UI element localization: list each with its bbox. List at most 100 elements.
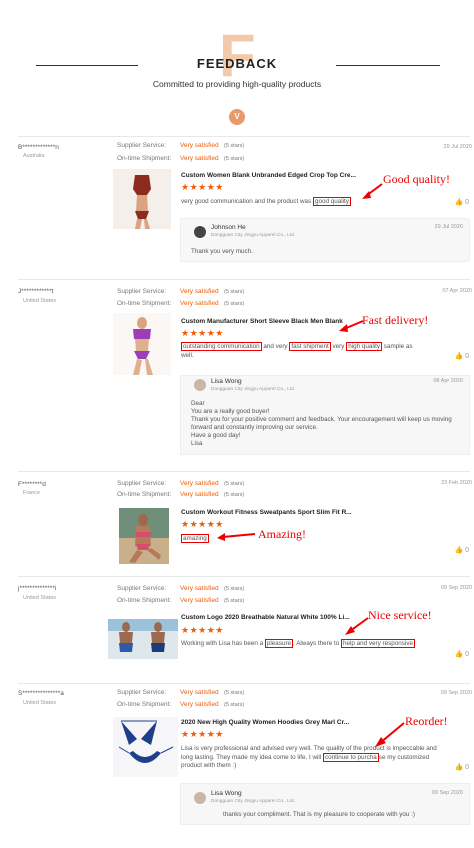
product-thumbnail[interactable] bbox=[113, 313, 171, 375]
page-subtitle: Committed to providing high-quality prod… bbox=[152, 79, 322, 89]
highlighted-phrase: fast shipment bbox=[289, 342, 331, 351]
product-thumbnail[interactable] bbox=[113, 717, 178, 777]
product-thumbnail[interactable] bbox=[119, 508, 169, 564]
reply-text: Thank you very much. bbox=[191, 248, 253, 255]
divider bbox=[18, 136, 470, 137]
reviewer-country: Australia bbox=[23, 153, 45, 159]
review-item: j**************i United States Supplier … bbox=[0, 576, 474, 676]
supplier-service-stars: (5 stars) bbox=[224, 289, 245, 295]
reviewer-country: United States bbox=[23, 298, 57, 304]
reviewer-country: United States bbox=[23, 595, 57, 601]
annotation-label: Reorder! bbox=[405, 714, 448, 728]
like-button[interactable]: 👍 0 bbox=[454, 546, 469, 554]
reviewer-name: B*************n bbox=[18, 144, 59, 151]
reviewer-name: S***************a bbox=[18, 690, 64, 697]
reply-line: Have a good day! bbox=[191, 432, 241, 439]
reviewer-country: France bbox=[23, 490, 41, 496]
reply-name: Lisa Wong bbox=[211, 378, 242, 385]
supplier-service-value: Very satisfied bbox=[180, 689, 219, 696]
shipment-value: Very satisfied bbox=[180, 300, 219, 307]
highlighted-phrase: good quality bbox=[312, 197, 351, 206]
rating-stars: ★★★★★ bbox=[181, 729, 224, 739]
like-button[interactable]: 👍 0 bbox=[454, 763, 469, 771]
review-text-part: . Always there to bbox=[293, 640, 341, 647]
reply-line: Thank you for your positive comment and … bbox=[191, 416, 452, 431]
highlighted-phrase: pleasure bbox=[264, 639, 294, 648]
reply-avatar bbox=[194, 379, 206, 391]
rating-stars: ★★★★★ bbox=[181, 519, 224, 529]
reply-line: Lisa bbox=[191, 440, 203, 447]
shipment-stars: (5 stars) bbox=[224, 598, 245, 604]
v-badge-icon[interactable]: V bbox=[229, 109, 245, 125]
supplier-service-label: Supplier Service: bbox=[117, 585, 167, 592]
annotation-arrow-icon bbox=[375, 722, 405, 747]
like-button[interactable]: 👍 0 bbox=[454, 352, 469, 360]
reviewer-country: United States bbox=[23, 700, 57, 706]
reviewer-name: j**************i bbox=[18, 585, 57, 592]
shipment-value: Very satisfied bbox=[180, 701, 219, 708]
review-text-part: very bbox=[330, 343, 347, 350]
divider bbox=[18, 279, 470, 280]
shipment-value: Very satisfied bbox=[180, 491, 219, 498]
review-date: 23 Feb 2020 bbox=[441, 480, 472, 486]
review-text-part: and very bbox=[261, 343, 290, 350]
reply-text: Dear You are a really good buyer! Thank … bbox=[191, 400, 466, 448]
supplier-service-label: Supplier Service: bbox=[117, 142, 167, 149]
supplier-service-value: Very satisfied bbox=[180, 288, 219, 295]
supplier-service-stars: (5 stars) bbox=[224, 690, 245, 696]
product-title[interactable]: Custom Workout Fitness Sweatpants Sport … bbox=[181, 509, 411, 516]
divider bbox=[18, 471, 470, 472]
highlighted-phrase: continue to purcha bbox=[322, 752, 379, 762]
annotation-label: Nice service! bbox=[368, 608, 432, 622]
supplier-service-label: Supplier Service: bbox=[117, 689, 167, 696]
shipment-label: On-time Shipment: bbox=[117, 701, 172, 708]
like-button[interactable]: 👍 0 bbox=[454, 198, 469, 206]
reply-date: 29 Jul 2020 bbox=[434, 224, 463, 230]
shipment-label: On-time Shipment: bbox=[117, 491, 172, 498]
reply-company: Dongguan City Jingyu Apparel Co., Ltd. bbox=[211, 387, 295, 392]
supplier-service-stars: (5 stars) bbox=[224, 481, 245, 487]
annotation-label: Amazing! bbox=[258, 527, 306, 541]
annotation-label: Fast delivery! bbox=[362, 313, 429, 327]
review-text: Working with Lisa has been a pleasure. A… bbox=[181, 639, 456, 649]
reply-name: Lisa Wong bbox=[211, 790, 242, 797]
supplier-service-label: Supplier Service: bbox=[117, 288, 167, 295]
highlighted-phrase: outstanding communication bbox=[181, 342, 262, 351]
divider bbox=[18, 576, 470, 577]
divider bbox=[18, 683, 470, 684]
rating-stars: ★★★★★ bbox=[181, 328, 224, 338]
review-text: very good communication and the product … bbox=[181, 197, 449, 207]
product-thumbnail[interactable] bbox=[108, 619, 178, 659]
annotation-arrow-icon bbox=[217, 533, 256, 541]
reply-line: You are a really good buyer! bbox=[191, 408, 270, 415]
shipment-value: Very satisfied bbox=[180, 155, 219, 162]
reviewer-name: F********d bbox=[18, 481, 46, 488]
like-button[interactable]: 👍 0 bbox=[454, 650, 469, 658]
highlighted-phrase: help and very responsive bbox=[341, 639, 416, 648]
review-date: 07 Apr 2020 bbox=[442, 288, 472, 294]
review-text-part: very good communication and the product … bbox=[181, 198, 313, 205]
review-text: outstanding communication and very fast … bbox=[181, 342, 426, 360]
seller-reply: Lisa Wong Dongguan City Jingyu Apparel C… bbox=[180, 783, 470, 825]
product-title[interactable]: Custom Women Blank Unbranded Edged Crop … bbox=[181, 172, 411, 179]
rating-stars: ★★★★★ bbox=[181, 625, 224, 635]
shipment-stars: (5 stars) bbox=[224, 702, 245, 708]
highlighted-phrase: high quality bbox=[346, 342, 383, 351]
product-thumbnail[interactable] bbox=[113, 169, 171, 229]
reply-name: Johnson He bbox=[211, 224, 246, 231]
shipment-stars: (5 stars) bbox=[224, 156, 245, 162]
reply-company: Dongguan City Jingyu Apparel Co., Ltd. bbox=[211, 799, 295, 804]
supplier-service-value: Very satisfied bbox=[180, 142, 219, 149]
reply-text: thanks your compliment. That is my pleas… bbox=[223, 811, 416, 818]
reply-date: 09 Sep 2020 bbox=[431, 790, 463, 796]
shipment-value: Very satisfied bbox=[180, 597, 219, 604]
supplier-service-stars: (5 stars) bbox=[224, 586, 245, 592]
reply-company: Dongguan City Jingyu Apparel Co., Ltd. bbox=[211, 233, 295, 238]
seller-reply: Johnson He Dongguan City Jingyu Apparel … bbox=[180, 218, 470, 262]
seller-reply: Lisa Wong Dongguan City Jingyu Apparel C… bbox=[180, 375, 470, 455]
review-item: F********d France Supplier Service: Very… bbox=[0, 471, 474, 576]
review-item: J************t United States Supplier Se… bbox=[0, 279, 474, 464]
shipment-stars: (5 stars) bbox=[224, 301, 245, 307]
highlighted-phrase: amazing bbox=[181, 534, 209, 543]
reply-line: Dear bbox=[191, 400, 205, 407]
